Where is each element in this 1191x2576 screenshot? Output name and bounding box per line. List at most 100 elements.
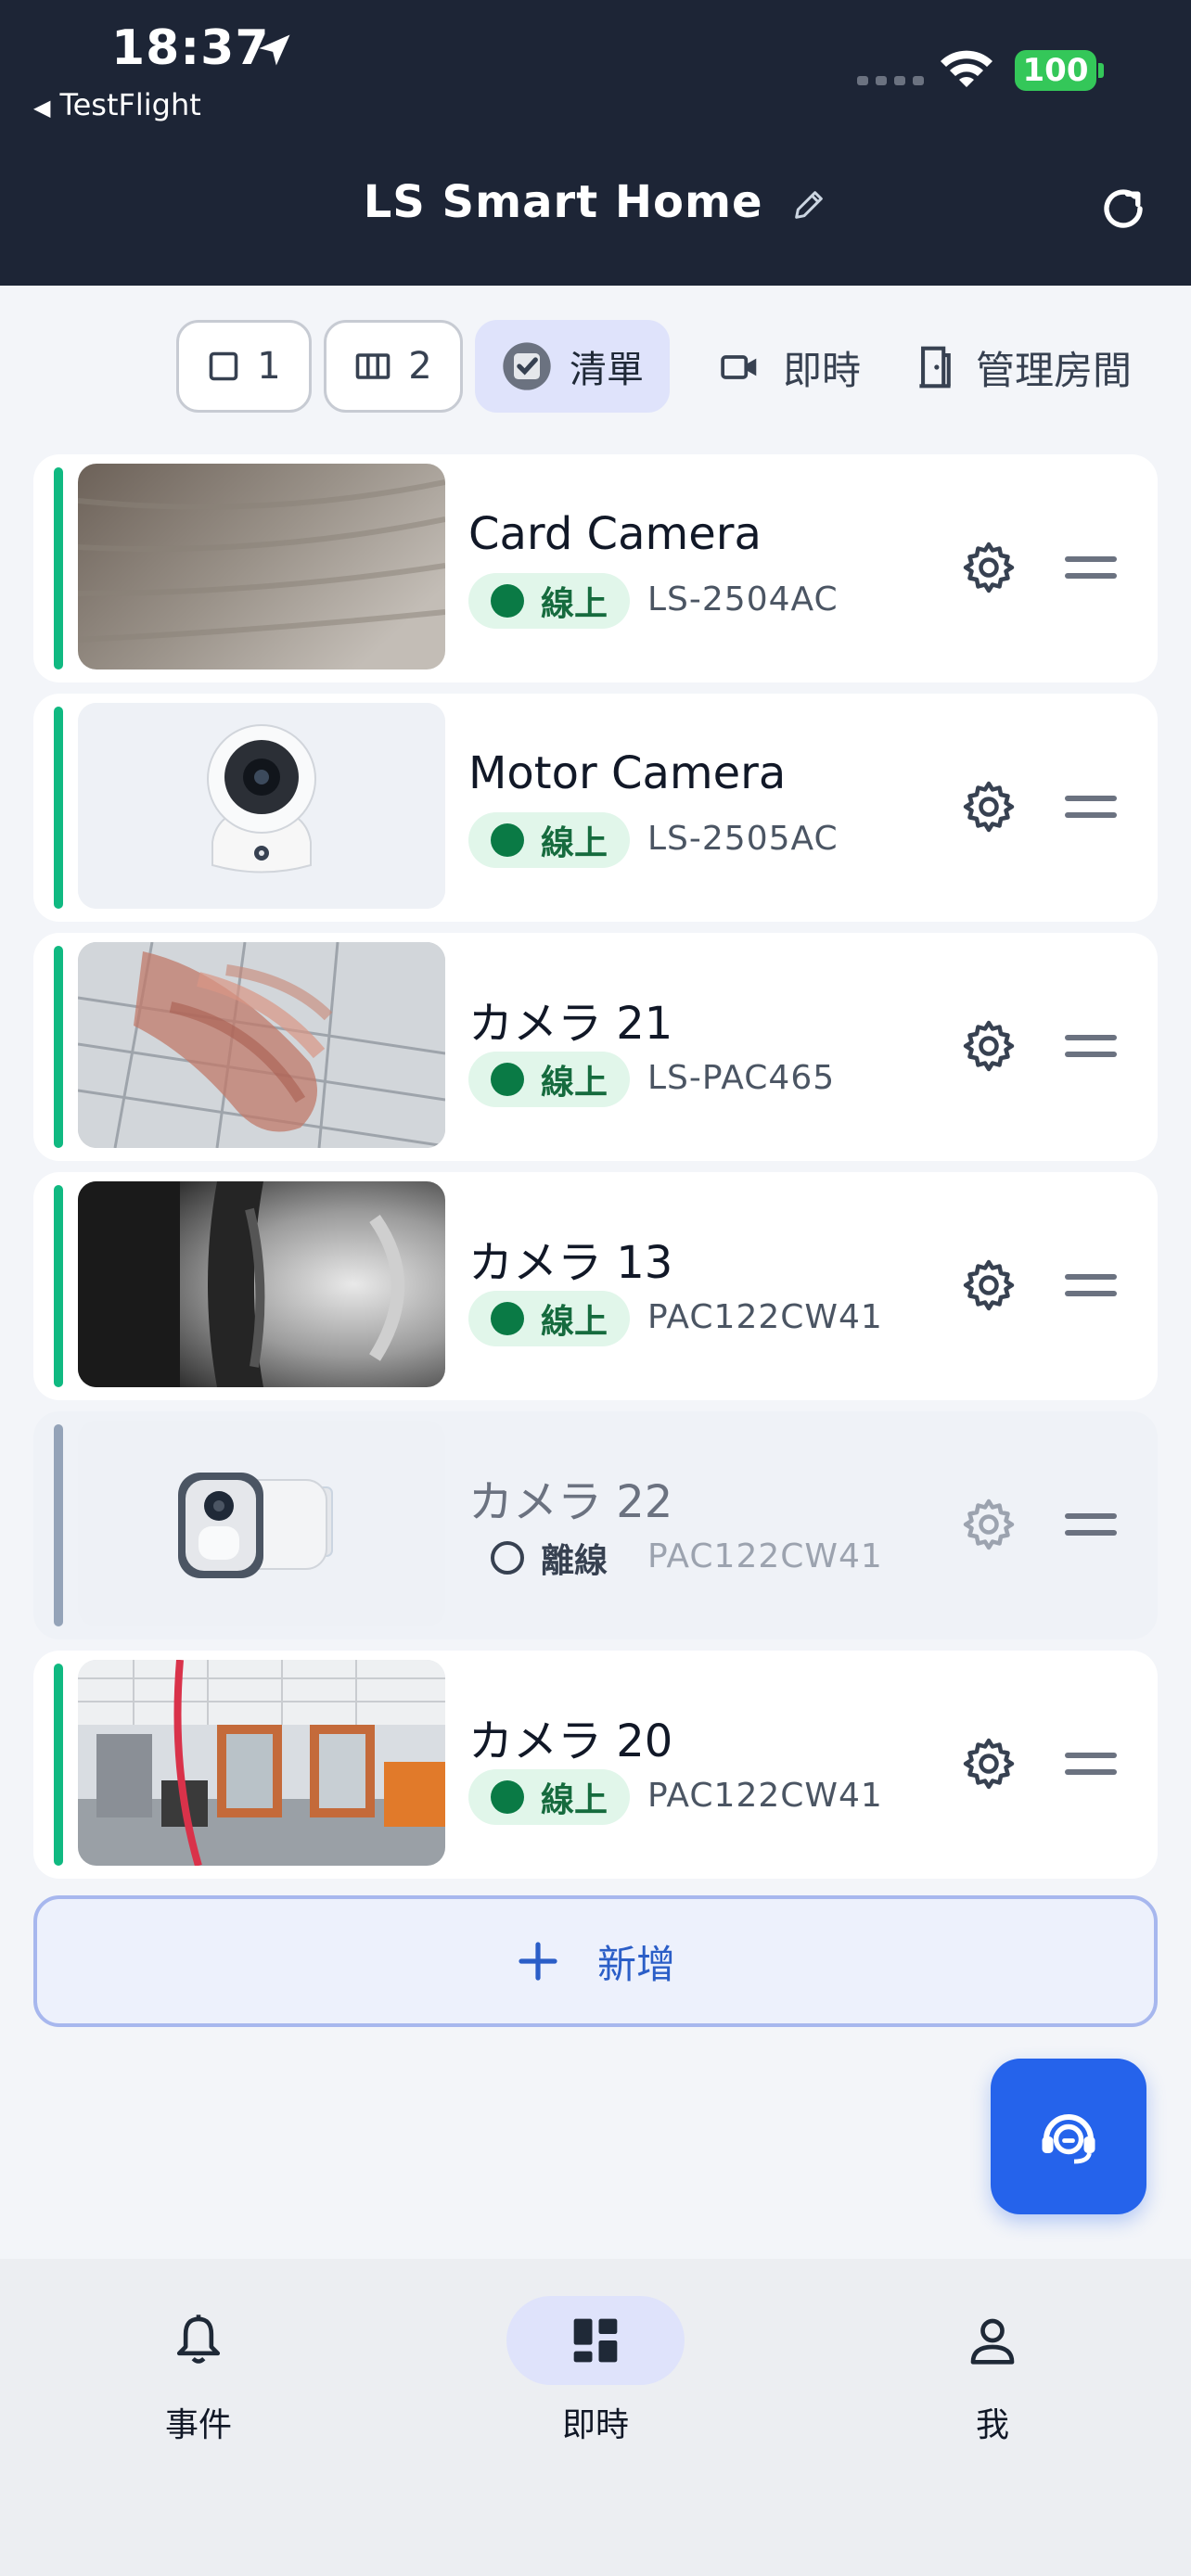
online-accent-bar [54,1185,63,1387]
camera-thumbnail[interactable] [78,1421,445,1626]
headset-icon [1042,2114,1095,2164]
camera-thumbnail[interactable] [78,703,445,909]
live-view-label: 即時 [783,347,862,393]
camera-model: LS-2504AC [647,580,839,618]
gear-icon[interactable] [961,1257,1017,1313]
tab-me[interactable]: 我 [881,2296,1104,2446]
camera-card[interactable]: カメラ 13 線上 PAC122CW41 [33,1172,1158,1400]
list-view-button[interactable]: 清單 [475,320,670,413]
status-badge: 線上 [468,1291,631,1346]
battery-tip [1098,63,1104,78]
status-badge: 線上 [468,1769,631,1825]
camera-model: LS-2505AC [647,820,839,858]
camera-name: カメラ 20 [468,1715,673,1767]
camera-model: PAC122CW41 [647,1298,883,1336]
battery-indicator: 100 [1015,50,1096,91]
status-badge: 離線 [468,1530,630,1586]
online-accent-bar [54,467,63,670]
gear-icon[interactable] [961,1018,1017,1074]
camera-thumbnail[interactable] [78,464,445,670]
home-title[interactable]: LS Smart Home [364,176,763,228]
online-dot-icon [491,1302,524,1335]
online-accent-bar [54,1664,63,1866]
bottom-tab-bar: 事件 即時 我 [0,2259,1191,2576]
add-camera-button[interactable]: 新增 [33,1895,1158,2027]
camera-card[interactable]: カメラ 21 線上 LS-PAC465 [33,933,1158,1161]
status-badge: 線上 [468,1052,631,1107]
status-badge: 線上 [468,573,631,629]
camera-thumbnail[interactable] [78,1181,445,1387]
manage-rooms-label: 管理房間 [976,347,1133,393]
gear-icon[interactable] [961,779,1017,835]
pencil-icon[interactable] [790,186,827,223]
live-view-button[interactable]: 即時 [720,334,861,401]
checked-box-icon [503,342,551,390]
status-text: 線上 [541,1781,608,1819]
single-square-icon [209,351,238,381]
gear-icon[interactable] [961,1736,1017,1792]
app-header: LS Smart Home [0,130,1191,286]
camera-model: LS-PAC465 [647,1059,836,1097]
camera-card[interactable]: Card Camera 線上 LS-2504AC [33,454,1158,682]
wifi-icon [941,50,992,87]
camera-name: カメラ 21 [468,998,673,1050]
tab-label: 事件 [164,2406,232,2444]
view-toolbar: 1 2 清單 即時 管理房間 [0,315,1191,419]
status-text: 線上 [541,1064,608,1102]
drag-handle-icon[interactable] [1065,1747,1117,1780]
camera-name: Card Camera [468,508,762,560]
person-icon [970,2318,1015,2365]
layout-2-button[interactable]: 2 [324,320,463,413]
dashboard-icon [573,2318,618,2363]
camera-name: Motor Camera [468,747,787,799]
cellular-signal-icon [857,76,924,85]
drag-handle-icon[interactable] [1065,551,1117,584]
plus-icon [519,1942,557,1981]
online-dot-icon [491,823,524,857]
offline-circle-icon [491,1541,524,1575]
online-accent-bar [54,946,63,1148]
camera-name: カメラ 13 [468,1237,673,1289]
camera-card[interactable]: カメラ 20 線上 PAC122CW41 [33,1651,1158,1879]
tab-label: 即時 [561,2406,629,2444]
gear-icon[interactable] [961,540,1017,595]
camera-thumbnail[interactable] [78,942,445,1148]
camera-model: PAC122CW41 [647,1777,883,1815]
online-dot-icon [491,584,524,618]
back-triangle-icon: ◀ [33,95,51,121]
status-badge: 線上 [468,812,631,868]
manage-rooms-button[interactable]: 管理房間 [916,334,1132,401]
tab-live[interactable]: 即時 [484,2296,707,2446]
back-to-testflight[interactable]: ◀ TestFlight [33,87,201,122]
refresh-icon[interactable] [1098,184,1148,234]
camera-card[interactable]: カメラ 22 離線 PAC122CW41 [33,1411,1158,1639]
camera-card[interactable]: Motor Camera 線上 LS-2505AC [33,694,1158,922]
drag-handle-icon[interactable] [1065,1029,1117,1063]
tab-label: 我 [975,2406,1009,2444]
status-text: 線上 [541,824,608,862]
tab-events[interactable]: 事件 [87,2296,310,2446]
status-text: 線上 [541,585,608,623]
offline-accent-bar [54,1424,63,1626]
camera-thumbnail[interactable] [78,1660,445,1866]
status-bar: 18:37 ◀ TestFlight 100 [0,0,1191,130]
add-button-label: 新增 [596,1941,675,1987]
location-arrow-icon [259,34,290,66]
drag-handle-icon[interactable] [1065,1269,1117,1302]
online-dot-icon [491,1780,524,1814]
bell-icon [176,2315,221,2364]
status-text: 離線 [541,1542,608,1580]
support-fab[interactable] [991,2059,1146,2214]
online-accent-bar [54,707,63,909]
door-icon [919,346,951,389]
drag-handle-icon[interactable] [1065,790,1117,823]
columns-icon [355,353,391,379]
back-app-label: TestFlight [59,87,201,122]
status-text: 線上 [541,1303,608,1341]
layout-1-button[interactable]: 1 [176,320,312,413]
drag-handle-icon[interactable] [1065,1508,1117,1541]
home-title-row[interactable]: LS Smart Home [0,176,1191,228]
camera-model: PAC122CW41 [647,1537,883,1575]
online-dot-icon [491,1063,524,1096]
gear-icon[interactable] [961,1497,1017,1552]
